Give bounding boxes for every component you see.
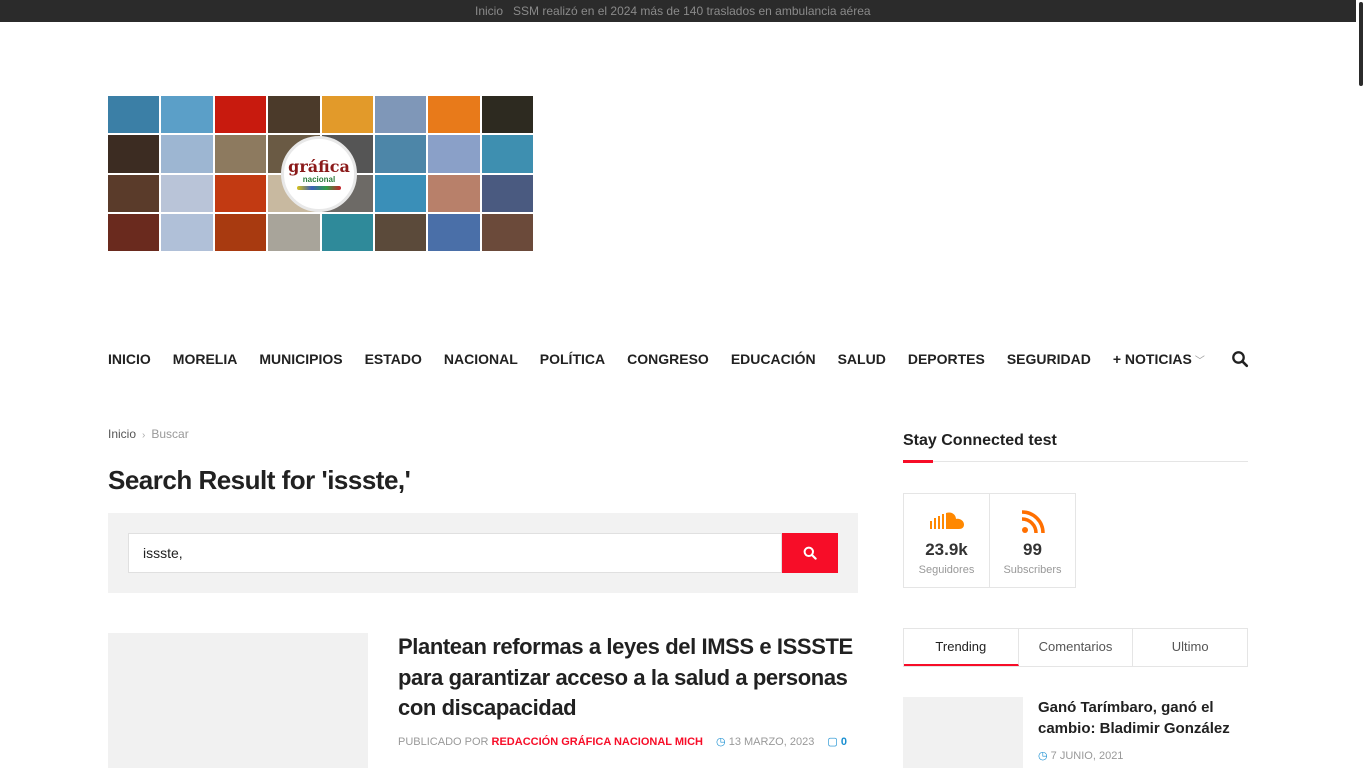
soundcloud-label: Seguidores bbox=[918, 564, 975, 576]
nav-item-politica[interactable]: POLÍTICA bbox=[540, 351, 605, 367]
rss-icon bbox=[990, 510, 1075, 534]
comment-count: 0 bbox=[840, 736, 847, 748]
chevron-right-icon: › bbox=[142, 430, 146, 441]
trending-title[interactable]: Ganó Tarímbaro, ganó el cambio: Bladimir… bbox=[1038, 697, 1248, 739]
nav-item-deportes[interactable]: DEPORTES bbox=[908, 351, 985, 367]
page-title: Search Result for 'issste,' bbox=[108, 465, 411, 495]
nav-item-municipios[interactable]: MUNICIPIOS bbox=[259, 351, 342, 367]
article-author[interactable]: REDACCIÓN GRÁFICA NACIONAL MICH bbox=[492, 736, 703, 748]
search-input[interactable] bbox=[128, 533, 782, 573]
widget-divider-accent bbox=[903, 460, 933, 463]
social-rss[interactable]: 99 Subscribers bbox=[989, 493, 1076, 588]
tab-ultimo[interactable]: Ultimo bbox=[1133, 629, 1247, 666]
nav-item-salud[interactable]: SALUD bbox=[838, 351, 886, 367]
article-meta: PUBLICADO POR REDACCIÓN GRÁFICA NACIONAL… bbox=[398, 735, 847, 748]
breadcrumb-home[interactable]: Inicio bbox=[108, 427, 136, 441]
widget-title: Stay Connected test bbox=[903, 432, 1057, 449]
soundcloud-icon bbox=[904, 510, 989, 534]
sidebar-tabs: Trending Comentarios Ultimo bbox=[903, 628, 1248, 667]
nav-item-morelia[interactable]: MORELIA bbox=[173, 351, 238, 367]
social-soundcloud[interactable]: 23.9k Seguidores bbox=[903, 493, 990, 588]
scrollbar-thumb[interactable] bbox=[1359, 2, 1363, 86]
rss-count: 99 bbox=[1023, 540, 1042, 559]
page-scrollbar[interactable] bbox=[1356, 0, 1366, 768]
article-date: ◷ 13 MARZO, 2023 bbox=[716, 736, 814, 748]
chevron-down-icon: ﹀ bbox=[1194, 356, 1205, 367]
nav-item-nacional[interactable]: NACIONAL bbox=[444, 351, 518, 367]
trending-date-text: 7 JUNIO, 2021 bbox=[1050, 750, 1124, 762]
search-submit-button[interactable] bbox=[782, 533, 838, 573]
comment-icon: ▢ bbox=[827, 736, 838, 748]
nav-item-educacion[interactable]: EDUCACIÓN bbox=[731, 351, 816, 367]
search-form bbox=[108, 513, 858, 593]
news-ticker[interactable]: Inicio SSM realizó en el 2024 más de 140 … bbox=[475, 4, 871, 18]
logo-subtitle: nacional bbox=[302, 174, 336, 184]
published-by-label: PUBLICADO POR bbox=[398, 736, 489, 748]
nav-item-congreso[interactable]: CONGRESO bbox=[627, 351, 709, 367]
article-comments[interactable]: ▢ 0 bbox=[827, 736, 847, 748]
widget-divider bbox=[903, 460, 1248, 463]
ticker-headline[interactable]: SSM realizó en el 2024 más de 140 trasla… bbox=[513, 4, 871, 18]
main-nav: INICIO MORELIA MUNICIPIOS ESTADO NACIONA… bbox=[108, 340, 1227, 378]
tab-trending[interactable]: Trending bbox=[904, 629, 1019, 666]
trending-thumbnail[interactable] bbox=[903, 697, 1023, 768]
article-thumbnail[interactable] bbox=[108, 633, 368, 768]
soundcloud-count: 23.9k bbox=[925, 540, 968, 559]
top-bar: Inicio SSM realizó en el 2024 más de 140 … bbox=[0, 0, 1356, 22]
breadcrumb: Inicio › Buscar bbox=[108, 427, 189, 441]
search-icon[interactable] bbox=[1231, 350, 1249, 368]
nav-item-noticias[interactable]: + NOTICIAS ﹀ bbox=[1113, 351, 1205, 367]
logo-badge[interactable]: gráfica nacional bbox=[281, 136, 357, 212]
ticker-label[interactable]: Inicio bbox=[475, 4, 503, 18]
article-date-text: 13 MARZO, 2023 bbox=[728, 736, 815, 748]
rss-label: Subscribers bbox=[1003, 564, 1062, 576]
article-title[interactable]: Plantean reformas a leyes del IMSS e ISS… bbox=[398, 632, 858, 724]
nav-item-inicio[interactable]: INICIO bbox=[108, 351, 151, 367]
logo-wordmark: gráfica bbox=[288, 156, 350, 176]
tab-comentarios[interactable]: Comentarios bbox=[1019, 629, 1134, 666]
trending-date: ◷ 7 JUNIO, 2021 bbox=[1038, 749, 1123, 762]
clock-icon: ◷ bbox=[1038, 750, 1048, 762]
clock-icon: ◷ bbox=[716, 736, 726, 748]
breadcrumb-current: Buscar bbox=[151, 427, 189, 441]
nav-item-seguridad[interactable]: SEGURIDAD bbox=[1007, 351, 1091, 367]
nav-item-estado[interactable]: ESTADO bbox=[365, 351, 422, 367]
search-icon bbox=[803, 546, 817, 560]
logo-stripe bbox=[297, 185, 341, 190]
nav-item-noticias-label: + NOTICIAS bbox=[1112, 351, 1192, 367]
